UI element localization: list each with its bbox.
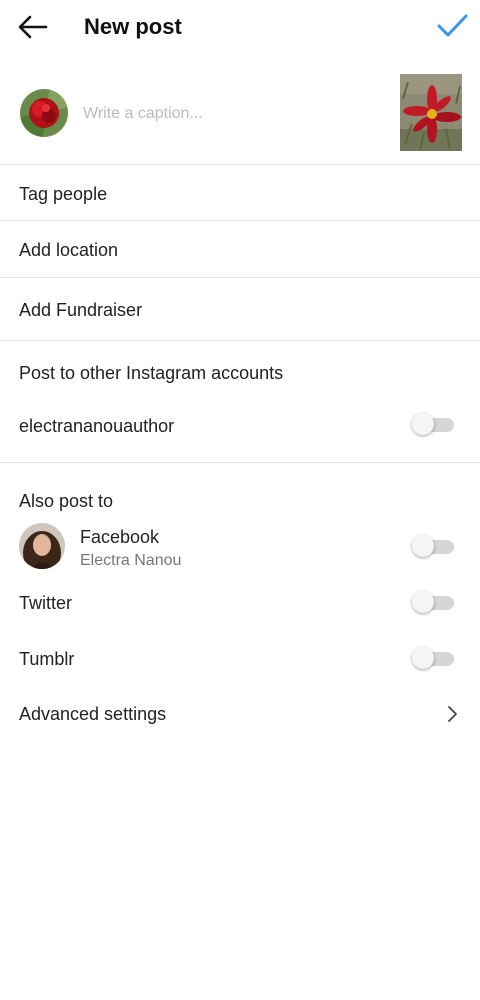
facebook-account-name: Electra Nanou (80, 552, 182, 569)
toggle-knob (412, 535, 434, 557)
divider (0, 462, 480, 463)
toggle-knob (412, 647, 434, 669)
twitter-label: Twitter (19, 593, 73, 613)
add-location-row[interactable]: Add location (19, 239, 118, 261)
account-toggle[interactable] (412, 410, 456, 438)
twitter-toggle[interactable] (412, 588, 456, 616)
account-name: electrananouauthor (19, 416, 175, 436)
add-fundraiser-row[interactable]: Add Fundraiser (19, 299, 142, 321)
toggle-knob (412, 591, 434, 613)
post-thumbnail[interactable] (400, 74, 462, 151)
page-title: New post (84, 14, 182, 39)
divider (0, 164, 480, 165)
facebook-label: Facebook (80, 527, 160, 547)
toggle-knob (412, 413, 434, 435)
share-check-icon[interactable] (434, 11, 470, 41)
divider (0, 277, 480, 278)
back-arrow-icon[interactable] (16, 12, 50, 42)
advanced-settings-row[interactable]: Advanced settings (19, 703, 166, 725)
divider (0, 220, 480, 221)
chevron-right-icon[interactable] (443, 703, 461, 725)
facebook-toggle[interactable] (412, 532, 456, 560)
caption-input[interactable]: Write a caption... (83, 104, 203, 124)
other-accounts-heading: Post to other Instagram accounts (19, 363, 284, 383)
facebook-avatar (19, 523, 65, 569)
divider (0, 340, 480, 341)
profile-avatar (20, 89, 68, 137)
tumblr-toggle[interactable] (412, 644, 456, 672)
also-post-heading: Also post to (19, 491, 114, 511)
tag-people-row[interactable]: Tag people (19, 183, 107, 205)
tumblr-label: Tumblr (19, 649, 75, 669)
